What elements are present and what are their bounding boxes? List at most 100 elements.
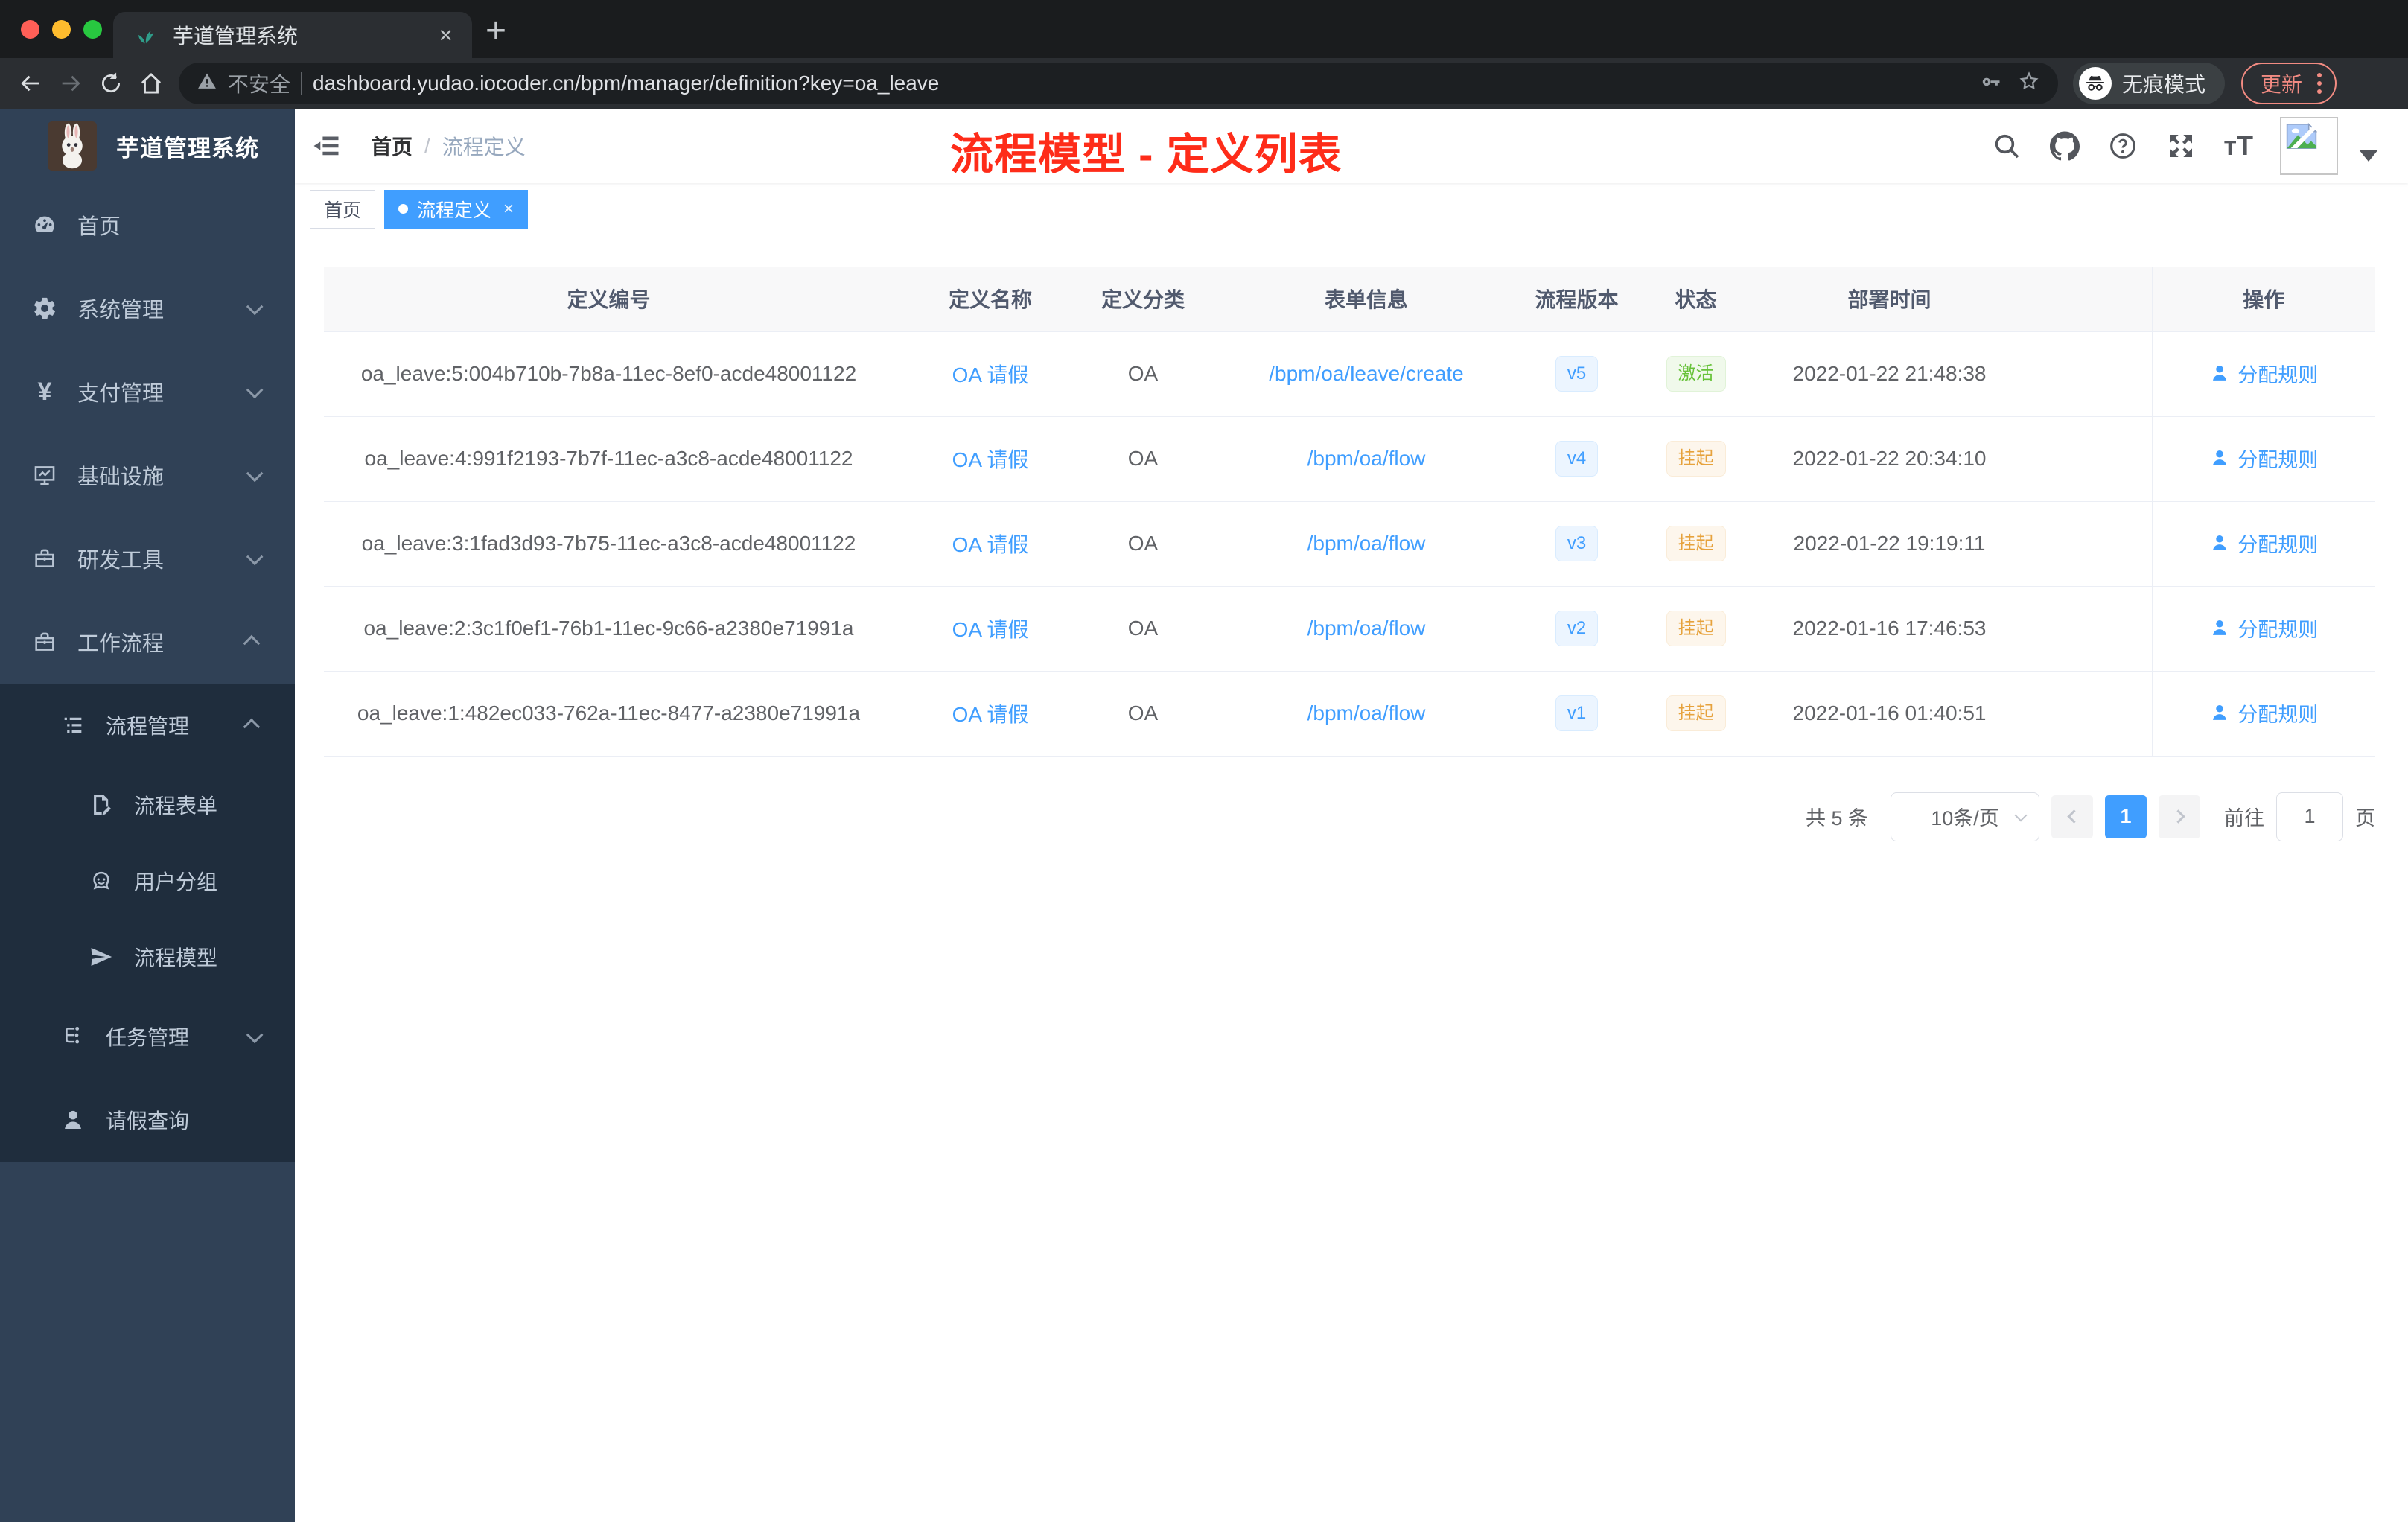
font-size-icon[interactable]: ᴛT: [2223, 130, 2253, 162]
next-page-button[interactable]: [2159, 795, 2200, 838]
url-text[interactable]: dashboard.yudao.iocoder.cn/bpm/manager/d…: [313, 71, 1969, 95]
back-icon[interactable]: [10, 63, 51, 104]
assign-user-icon: [2209, 448, 2230, 468]
page-title-annotation: 流程模型 - 定义列表: [950, 130, 1342, 179]
form-link[interactable]: /bpm/oa/flow: [1307, 447, 1426, 470]
assign-rule-label: 分配规则: [2237, 533, 2319, 556]
app-logo[interactable]: 芋道管理系统: [0, 109, 295, 183]
sidebar-item-6[interactable]: 流程管理: [0, 684, 295, 767]
chevron-down-icon: [2014, 809, 2028, 821]
page-1-button[interactable]: 1: [2105, 795, 2147, 838]
sidebar-item-7[interactable]: 流程表单: [0, 767, 295, 843]
browser-menu-icon[interactable]: [2317, 73, 2322, 94]
definition-name-link[interactable]: OA 请假: [952, 448, 1029, 471]
sidebar-menu: 首页 系统管理 ¥ 支付管理 基础设施 研发工具 工作流程 流程管理 流程表单用户分组流程模型任…: [0, 183, 295, 1162]
assign-user-icon: [2209, 617, 2230, 638]
prev-page-button[interactable]: [2051, 795, 2093, 838]
tag-close-icon[interactable]: ×: [503, 199, 514, 220]
sidebar-item-2[interactable]: ¥ 支付管理: [0, 350, 295, 433]
page-content: 定义编号 定义名称 定义分类 表单信息 流程版本 状态 部署时间 操作 oa_leave:5:…: [295, 235, 2408, 841]
sidebar-item-0[interactable]: 首页: [0, 183, 295, 267]
tag-label: 流程定义: [417, 200, 492, 221]
password-key-icon[interactable]: [1979, 70, 2001, 98]
home-icon[interactable]: [131, 63, 171, 104]
breadcrumb-home[interactable]: 首页: [371, 131, 413, 161]
close-window-button[interactable]: [21, 20, 39, 39]
version-badge: v2: [1555, 610, 1599, 647]
chevron-down-icon: [246, 465, 264, 483]
status-badge: 挂起: [1666, 695, 1726, 732]
sidebar-item-1[interactable]: 系统管理: [0, 267, 295, 350]
reload-icon[interactable]: [91, 63, 131, 104]
sidebar-item-label: 支付管理: [77, 382, 165, 406]
search-icon[interactable]: [1991, 130, 2022, 162]
assign-user-icon: [2209, 532, 2230, 553]
chevron-up-icon: [243, 718, 261, 736]
bookmark-star-icon[interactable]: [2018, 70, 2040, 98]
chrome-update-button[interactable]: 更新: [2241, 63, 2337, 104]
avatar[interactable]: [2280, 117, 2338, 175]
form-link[interactable]: /bpm/oa/flow: [1307, 617, 1426, 640]
help-question-icon[interactable]: [2107, 130, 2138, 162]
tab-title: 芋道管理系统: [173, 25, 299, 48]
flow-tree-icon: [60, 1023, 86, 1050]
sidebar-item-label: 流程模型: [134, 946, 218, 969]
tag-process-definition[interactable]: 流程定义 ×: [384, 189, 529, 229]
sidebar-item-11[interactable]: 请假查询: [0, 1078, 295, 1162]
form-link[interactable]: /bpm/oa/leave/create: [1269, 362, 1464, 385]
table-header-1: 定义名称: [894, 267, 1087, 332]
maximize-window-button[interactable]: [83, 20, 102, 39]
sidebar-item-10[interactable]: 任务管理: [0, 995, 295, 1078]
tag-home[interactable]: 首页: [310, 189, 376, 229]
definition-name-link[interactable]: OA 请假: [952, 533, 1029, 556]
github-icon[interactable]: [2049, 130, 2080, 162]
status-badge: 激活: [1666, 355, 1726, 392]
assign-rule-link[interactable]: 分配规则: [2209, 614, 2318, 643]
address-bar[interactable]: 不安全 dashboard.yudao.iocoder.cn/bpm/manag…: [179, 63, 2058, 104]
incognito-badge: 无痕模式: [2073, 63, 2226, 104]
tab-close-icon[interactable]: ×: [439, 23, 453, 47]
fullscreen-icon[interactable]: [2165, 130, 2197, 162]
sidebar-item-9[interactable]: 流程模型: [0, 919, 295, 995]
page-goto-input[interactable]: [2276, 792, 2343, 841]
main-area: 首页 / 流程定义 流程模型 - 定义列表 ᴛT 首页 流程定义 × 定义编号 …: [295, 109, 2408, 1522]
assign-rule-label: 分配规则: [2237, 618, 2319, 641]
browser-tab[interactable]: 芋道管理系统 ×: [113, 12, 472, 58]
form-link[interactable]: /bpm/oa/flow: [1307, 701, 1426, 725]
not-secure-warning-icon[interactable]: [197, 71, 217, 97]
active-tag-dot: [398, 204, 409, 214]
hamburger-icon[interactable]: [310, 130, 343, 162]
sidebar-item-5[interactable]: 工作流程: [0, 600, 295, 684]
assign-rule-link[interactable]: 分配规则: [2209, 529, 2318, 558]
deploy-time: 2022-01-22 21:48:38: [1792, 362, 1987, 385]
window-controls[interactable]: [21, 20, 102, 39]
deploy-time: 2022-01-16 01:40:51: [1792, 701, 1987, 725]
sidebar-item-3[interactable]: 基础设施: [0, 433, 295, 517]
version-badge: v1: [1555, 695, 1599, 732]
sidebar-item-label: 任务管理: [106, 1026, 190, 1049]
definition-name-link[interactable]: OA 请假: [952, 703, 1029, 726]
form-icon: [88, 792, 115, 818]
minimize-window-button[interactable]: [52, 20, 71, 39]
sidebar-item-label: 用户分组: [134, 870, 218, 894]
sidebar-item-4[interactable]: 研发工具: [0, 517, 295, 600]
definition-name-link[interactable]: OA 请假: [952, 363, 1029, 386]
definition-name-link[interactable]: OA 请假: [952, 618, 1029, 641]
sidebar-item-8[interactable]: 用户分组: [0, 843, 295, 919]
definition-category: OA: [1127, 617, 1159, 640]
forward-icon[interactable]: [51, 63, 91, 104]
page-size-select[interactable]: 10条/页: [1891, 792, 2039, 841]
assign-rule-link[interactable]: 分配规则: [2209, 444, 2318, 473]
assign-rule-link[interactable]: 分配规则: [2209, 698, 2318, 727]
assign-rule-link[interactable]: 分配规则: [2209, 359, 2318, 388]
monitor-icon: [31, 462, 58, 488]
goto-label: 前往: [2224, 807, 2264, 830]
new-tab-button[interactable]: +: [485, 13, 506, 49]
definition-id: oa_leave:2:3c1f0ef1-76b1-11ec-9c66-a2380…: [363, 617, 854, 640]
form-link[interactable]: /bpm/oa/flow: [1307, 532, 1426, 555]
definition-category: OA: [1127, 701, 1159, 725]
definition-id: oa_leave:3:1fad3d93-7b75-11ec-a3c8-acde4…: [361, 532, 856, 555]
avatar-dropdown-caret-icon[interactable]: [2359, 150, 2378, 162]
list-tree-icon: [60, 712, 86, 739]
table-row: oa_leave:4:991f2193-7b7f-11ec-a3c8-acde4…: [324, 416, 2375, 502]
